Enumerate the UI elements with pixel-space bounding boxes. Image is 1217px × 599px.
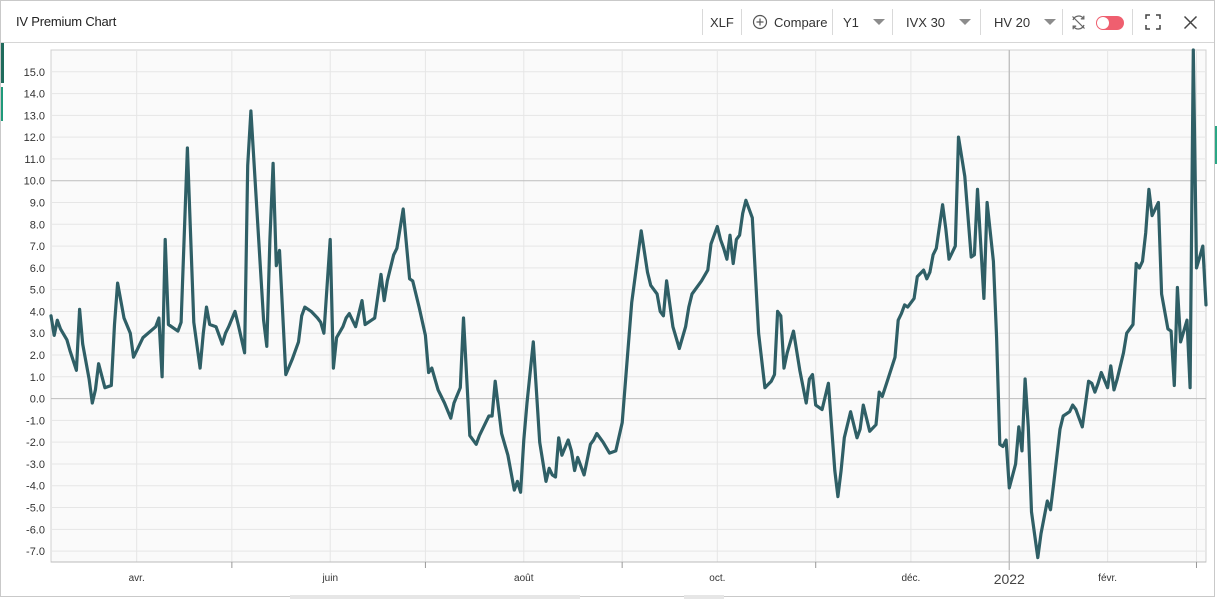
y-tick-label: 15.0 [24, 67, 45, 79]
scroll-strip [684, 595, 724, 599]
sync-icon [1072, 14, 1085, 30]
iv-metric-value: IVX 30 [906, 14, 946, 30]
x-tick-label: juin [321, 573, 338, 584]
x-tick-label: oct. [709, 573, 725, 584]
chart-window: IV Premium Chart XLF Compare Y1 IVX 30 H… [0, 0, 1217, 597]
toggle-switch-icon[interactable] [1096, 16, 1124, 30]
fullscreen-icon [1145, 14, 1161, 30]
y-tick-label: -4.0 [26, 481, 45, 493]
compare-button[interactable]: Compare [752, 1, 827, 43]
x-tick-label: déc. [901, 573, 920, 584]
y-tick-label: 11.0 [24, 154, 45, 166]
y-tick-label: -2.0 [26, 437, 45, 449]
plot-area [50, 49, 1207, 563]
y-tick-label: 9.0 [30, 198, 45, 210]
toolbar-separator [892, 9, 893, 35]
hv-metric-dropdown[interactable]: HV 20 [994, 1, 1057, 43]
close-button[interactable] [1183, 1, 1198, 43]
y-tick-label: 8.0 [30, 219, 45, 231]
x-tick-label: 2022 [994, 571, 1025, 587]
x-tick-label: févr. [1098, 573, 1117, 584]
toolbar-separator [832, 9, 833, 35]
y-tick-label: 13.0 [24, 110, 45, 122]
compare-label: Compare [774, 14, 828, 30]
y-tick-label: -7.0 [26, 546, 45, 558]
y-tick-label: -5.0 [26, 503, 45, 515]
period-value: Y1 [843, 14, 859, 30]
toolbar-separator [741, 9, 742, 35]
y-tick-label: 2.0 [30, 350, 45, 362]
period-dropdown[interactable]: Y1 [843, 1, 885, 43]
toolbar-separator [702, 9, 703, 35]
chevron-down-icon [872, 19, 885, 25]
hv-metric-value: HV 20 [994, 14, 1031, 30]
sync-button[interactable] [1070, 1, 1087, 43]
close-icon [1183, 15, 1198, 29]
y-tick-label: 5.0 [30, 285, 45, 297]
symbol-selector[interactable]: XLF [710, 1, 734, 43]
iv-premium-chart: 15.0 14.0 13.0 12.0 11.0 10.0 9.0 8.0 7.0 6.0 5.0 4… [24, 48, 1208, 587]
scroll-strip [290, 595, 580, 599]
chevron-down-icon [959, 19, 972, 25]
fullscreen-button[interactable] [1145, 1, 1161, 43]
toggle-knob [1097, 17, 1109, 29]
y-axis: 15.0 14.0 13.0 12.0 11.0 10.0 9.0 8.0 7.0 6.0 5.0 4… [24, 67, 45, 558]
y-tick-label: 4.0 [30, 306, 45, 318]
x-tick-label: avr. [129, 573, 145, 584]
window-title: IV Premium Chart [16, 14, 117, 29]
y-tick-label: 10.0 [24, 176, 45, 188]
y-tick-label: 12.0 [24, 132, 45, 144]
y-tick-label: 7.0 [30, 241, 45, 253]
toolbar-separator [1132, 9, 1133, 35]
toolbar-separator [1062, 9, 1063, 35]
y-tick-label: 1.0 [30, 372, 45, 384]
chevron-down-icon [1044, 19, 1057, 25]
y-tick-label: 0.0 [30, 394, 45, 406]
y-tick-label: -1.0 [26, 415, 45, 427]
y-tick-label: -6.0 [26, 524, 45, 536]
x-tick-label: août [514, 573, 534, 584]
y-tick-label: 3.0 [30, 328, 45, 340]
iv-metric-dropdown[interactable]: IVX 30 [906, 1, 972, 43]
y-tick-label: 14.0 [24, 89, 45, 101]
toolbar-separator [980, 9, 981, 35]
chart-toolbar: IV Premium Chart XLF Compare Y1 IVX 30 H… [1, 1, 1214, 43]
y-tick-label: -3.0 [26, 459, 45, 471]
y-tick-label: 6.0 [30, 263, 45, 275]
plus-circle-icon [752, 14, 768, 30]
